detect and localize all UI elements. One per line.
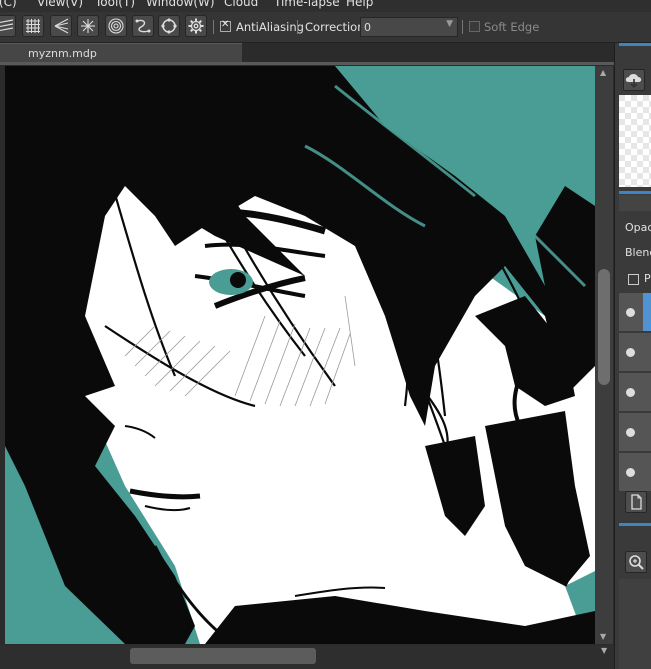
- curve-ruler-icon[interactable]: [132, 15, 154, 37]
- layer-row[interactable]: [619, 413, 651, 453]
- tab-divider: [0, 62, 618, 65]
- horizontal-scrollbar[interactable]: ▼: [0, 645, 614, 669]
- eye-icon[interactable]: [626, 428, 635, 437]
- concentric-circle-icon[interactable]: [105, 15, 127, 37]
- ellipse-ruler-icon[interactable]: [158, 15, 180, 37]
- navigator-preview: [619, 95, 651, 187]
- eye-icon[interactable]: [626, 468, 635, 477]
- layer-row[interactable]: [619, 373, 651, 413]
- toolbar-separator: [213, 20, 214, 34]
- drawing-canvas[interactable]: [5, 66, 595, 644]
- menu-item-window[interactable]: Window(W): [146, 0, 215, 9]
- layer-selected-indicator: [643, 293, 651, 331]
- toolbar-separator: [462, 20, 463, 34]
- horizontal-scroll-thumb[interactable]: [130, 648, 316, 664]
- chevron-down-icon: ▼: [446, 19, 453, 29]
- panel-body: [619, 579, 651, 669]
- menu-item-tool[interactable]: Tool(T): [95, 0, 135, 9]
- blend-label: Blend: [625, 246, 651, 259]
- eye-icon[interactable]: [626, 348, 635, 357]
- panel-header-accent: [619, 191, 651, 194]
- antialiasing-checkbox[interactable]: [220, 19, 231, 32]
- protect-alpha-label: P: [644, 272, 651, 285]
- document-tab-bar: myznm.mdp: [0, 43, 618, 62]
- layer-panel-header: [619, 195, 651, 211]
- eye-icon[interactable]: [626, 388, 635, 397]
- protect-alpha-checkbox[interactable]: [628, 274, 639, 285]
- radial-ruler-icon[interactable]: [77, 15, 99, 37]
- toolbar-separator: [297, 20, 298, 34]
- zoom-icon[interactable]: [625, 551, 647, 573]
- scroll-down-icon[interactable]: ▼: [600, 632, 606, 641]
- parallel-ruler-icon[interactable]: [0, 15, 16, 37]
- artwork: [5, 66, 595, 644]
- layer-row[interactable]: [619, 453, 651, 493]
- document-tab-label: myznm.mdp: [28, 47, 97, 60]
- vertical-scrollbar[interactable]: ▲ ▼: [595, 66, 613, 644]
- correction-label: Correction: [305, 20, 365, 34]
- new-layer-icon[interactable]: [625, 491, 647, 513]
- right-panel: Opaci Blend P: [614, 43, 651, 669]
- menu-bar: r(C) View(V) Tool(T) Window(W) Cloud Tim…: [0, 0, 651, 12]
- layer-row[interactable]: [619, 293, 651, 333]
- soft-edge-label: Soft Edge: [484, 20, 540, 34]
- menu-item-view[interactable]: View(V): [37, 0, 83, 9]
- scroll-up-icon[interactable]: ▲: [600, 68, 606, 77]
- menu-item-cloud[interactable]: Cloud: [224, 0, 258, 9]
- vertical-scroll-thumb[interactable]: [598, 269, 610, 385]
- gear-icon[interactable]: [185, 15, 207, 37]
- document-tab[interactable]: myznm.mdp: [0, 43, 242, 62]
- cloud-download-icon[interactable]: [623, 69, 645, 91]
- panel-header-accent: [619, 523, 651, 526]
- correction-select[interactable]: 0 ▼: [360, 17, 458, 37]
- scroll-down-icon[interactable]: ▼: [601, 646, 607, 655]
- opacity-label: Opaci: [625, 221, 651, 234]
- eye-icon[interactable]: [626, 308, 635, 317]
- antialiasing-label: AntiAliasing: [236, 20, 304, 34]
- menu-item-help[interactable]: Help: [346, 0, 373, 9]
- perspective-ruler-icon[interactable]: [50, 15, 72, 37]
- correction-value: 0: [364, 21, 371, 34]
- soft-edge-checkbox[interactable]: [469, 21, 480, 32]
- panel-header-accent: [619, 43, 651, 46]
- layer-row[interactable]: [619, 333, 651, 373]
- menu-item-time-lapse[interactable]: Time-lapse: [274, 0, 340, 9]
- grid-icon[interactable]: [22, 15, 44, 37]
- menu-item-r[interactable]: r(C): [0, 0, 17, 9]
- snap-toolbar: AntiAliasing Correction 0 ▼ Soft Edge: [0, 12, 651, 43]
